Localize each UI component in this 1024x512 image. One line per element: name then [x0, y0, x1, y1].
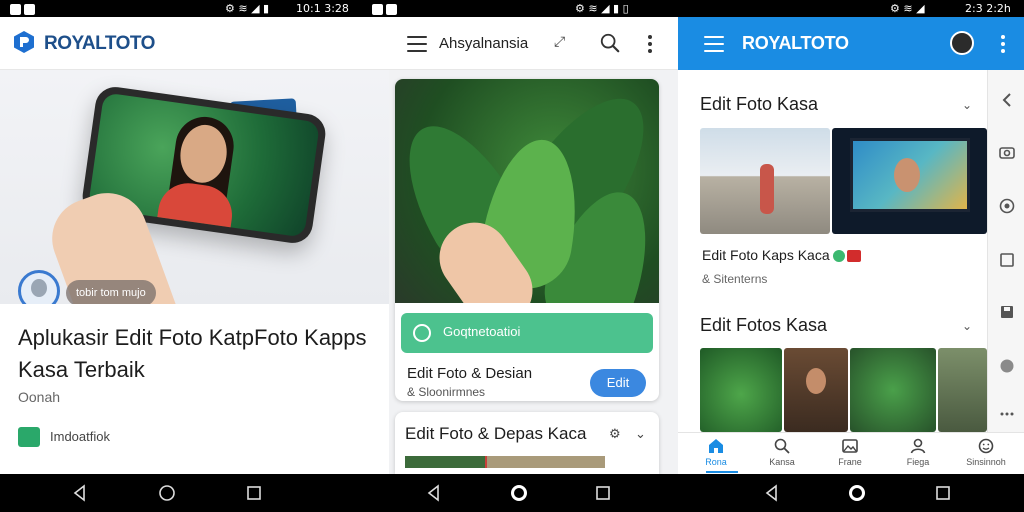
- chevron-down-icon[interactable]: ⌄: [962, 319, 972, 333]
- section-title: Edit Fotos Kasa: [700, 315, 828, 335]
- pane-gallery: Edit Foto Kasa ⌄ Edit Foto Kaps Kaca & S…: [678, 70, 987, 432]
- profile-icon: [910, 438, 926, 454]
- pane-feed: Goqtnetoatioi Edit Foto & Desian & Sloon…: [389, 70, 678, 474]
- menu-icon[interactable]: [407, 36, 427, 52]
- bottom-tab-bar: Rona Kansa Frane Fiega Sinsinnoh: [678, 432, 1024, 474]
- home-icon[interactable]: [508, 482, 530, 504]
- tab-emoji[interactable]: Sinsinnoh: [954, 437, 1018, 473]
- verified-icon: [832, 250, 845, 263]
- grid-icon: [18, 427, 40, 447]
- logo-icon[interactable]: [12, 30, 36, 54]
- back-icon[interactable]: [423, 482, 445, 504]
- back-icon[interactable]: [999, 92, 1015, 108]
- feature-card[interactable]: Goqtnetoatioi Edit Foto & Desian & Sloon…: [395, 79, 659, 401]
- tab-label: Kansa: [769, 457, 795, 467]
- status-time: 10:1 3:28: [296, 2, 349, 15]
- status-time: 2:3 2:2h: [965, 2, 1011, 15]
- tab-gallery[interactable]: Frane: [818, 437, 882, 473]
- chevron-down-icon[interactable]: ⌄: [635, 426, 646, 442]
- recents-icon[interactable]: [932, 482, 954, 504]
- item-title[interactable]: Edit Foto Kaps Kaca: [702, 247, 861, 263]
- photo-tile[interactable]: [938, 348, 987, 432]
- article-subtitle: Oonah: [18, 389, 61, 405]
- status-icons: ⚙ ≋ ◢ ▮ ▯: [575, 2, 629, 15]
- save-icon[interactable]: [999, 304, 1015, 320]
- status-icons: ⚙ ≋ ◢ ▮: [225, 2, 270, 15]
- settings-icon[interactable]: ⚙: [609, 426, 621, 442]
- app-header: ROYALTOTO: [0, 17, 389, 70]
- avatar[interactable]: [950, 31, 974, 55]
- home-icon[interactable]: [156, 482, 178, 504]
- emoji-icon: [978, 438, 994, 454]
- photo-tile[interactable]: [784, 348, 848, 432]
- language-selector[interactable]: Ahsyalnansia: [439, 35, 528, 52]
- notification-icons: [10, 2, 38, 15]
- notification-icons: [372, 2, 400, 15]
- app-header-blue: ROYALTOTO: [678, 17, 1024, 70]
- card-subtitle: & Sloonirmnes: [407, 385, 486, 399]
- search-icon: [774, 438, 790, 454]
- edit-button[interactable]: Edit: [590, 369, 646, 397]
- check-icon: [413, 324, 431, 342]
- status-icons: ⚙ ≋ ◢: [890, 2, 925, 15]
- home-icon[interactable]: [846, 482, 868, 504]
- tab-search[interactable]: Kansa: [750, 437, 814, 473]
- photo-tile[interactable]: [850, 348, 936, 432]
- photo-tile[interactable]: [832, 128, 987, 234]
- toolbar: Ahsyalnansia ⤢: [389, 17, 678, 70]
- tab-home[interactable]: Rona: [684, 437, 748, 473]
- back-icon[interactable]: [761, 482, 783, 504]
- circle-icon[interactable]: [999, 358, 1015, 374]
- brand-icon: [846, 250, 861, 263]
- avatar[interactable]: [18, 270, 60, 304]
- square-icon[interactable]: [999, 252, 1015, 268]
- home-icon: [709, 439, 723, 453]
- brand-logo[interactable]: ROYALTOTO: [742, 33, 849, 54]
- leaf-image[interactable]: [395, 79, 659, 303]
- tab-profile[interactable]: Fiega: [886, 437, 950, 473]
- feature-card[interactable]: Edit Foto & Depas Kaca ⚙ ⌄: [395, 412, 659, 474]
- chevron-down-icon[interactable]: ⌄: [962, 98, 972, 112]
- tab-label: Frane: [838, 457, 862, 467]
- photo-tile[interactable]: [700, 348, 782, 432]
- more-icon[interactable]: [648, 35, 652, 53]
- menu-icon[interactable]: [704, 36, 724, 52]
- card-title: Edit Foto & Depas Kaca: [405, 424, 587, 443]
- tab-label: Fiega: [906, 457, 930, 467]
- image-strip: [405, 456, 605, 468]
- recents-icon[interactable]: [243, 482, 265, 504]
- tab-label: Sinsinnoh: [966, 457, 1006, 467]
- more-horizontal-icon[interactable]: [999, 406, 1015, 422]
- badge-label: Goqtnetoatioi: [443, 324, 521, 339]
- item-subtitle: & Sitenterns: [702, 272, 768, 286]
- record-icon[interactable]: [999, 198, 1015, 214]
- card-title: Edit Foto & Desian: [407, 365, 533, 382]
- recents-icon[interactable]: [592, 482, 614, 504]
- search-icon[interactable]: [599, 32, 621, 54]
- category-label: Imdoatfiok: [50, 429, 110, 444]
- brand-logo[interactable]: ROYALTOTO: [44, 33, 155, 55]
- pane-home: ROYALTOTO tobir tom mujo Aplukasir Edit …: [0, 17, 389, 474]
- chevron-icon[interactable]: ⤢: [554, 33, 565, 50]
- article-title[interactable]: Aplukasir Edit Foto KatpFoto Kapps Kasa …: [18, 322, 378, 386]
- photo-tile[interactable]: [700, 128, 830, 234]
- more-icon[interactable]: [1001, 35, 1005, 53]
- hero-image[interactable]: tobir tom mujo: [0, 70, 389, 304]
- camera-icon[interactable]: [999, 144, 1015, 160]
- back-icon[interactable]: [69, 482, 91, 504]
- section-title: Edit Foto Kasa: [700, 94, 819, 114]
- side-toolbar: [987, 70, 1024, 432]
- tab-label: Rona: [705, 457, 727, 467]
- author-chip[interactable]: tobir tom mujo: [66, 280, 156, 304]
- gallery-icon: [842, 439, 858, 453]
- system-nav-bar: [0, 474, 1024, 512]
- status-bar: ⚙ ≋ ◢ ▮ 10:1 3:28 ⚙ ≋ ◢ ▮ ▯ ⚙ ≋ ◢ 2:3 2:…: [0, 0, 1024, 17]
- status-badge[interactable]: Goqtnetoatioi: [401, 313, 653, 353]
